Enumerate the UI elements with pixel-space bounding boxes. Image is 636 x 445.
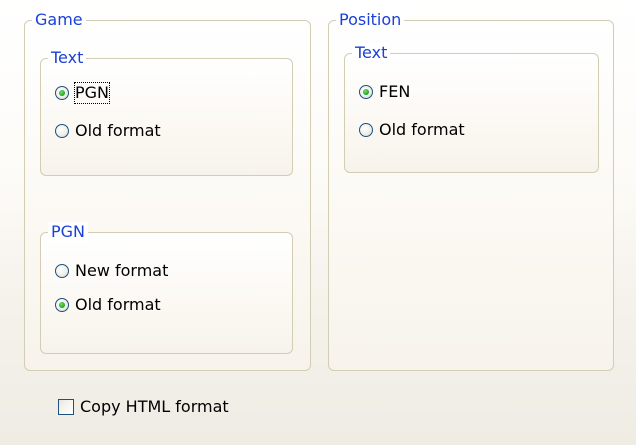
radio-button-icon bbox=[55, 86, 69, 100]
radio-new-format-label: New format bbox=[75, 261, 169, 280]
radio-button-icon bbox=[359, 85, 373, 99]
radio-game-text-old-format[interactable]: Old format bbox=[55, 120, 161, 142]
position-group-title: Position bbox=[336, 10, 405, 30]
radio-new-format[interactable]: New format bbox=[55, 260, 168, 282]
radio-button-icon bbox=[55, 264, 69, 278]
game-text-group-title: Text bbox=[48, 48, 87, 68]
radio-position-text-old-format-label: Old format bbox=[379, 120, 465, 139]
radio-position-text-old-format[interactable]: Old format bbox=[359, 119, 465, 141]
radio-game-text-old-format-label: Old format bbox=[75, 121, 161, 140]
radio-fen-label: FEN bbox=[379, 82, 411, 101]
game-group-title: Game bbox=[32, 10, 86, 30]
game-pgn-group-title: PGN bbox=[48, 222, 89, 242]
copy-html-format-checkbox[interactable]: Copy HTML format bbox=[58, 396, 229, 418]
radio-pgn-old-format[interactable]: Old format bbox=[55, 294, 161, 316]
position-groupbox: Position Text FEN Old format bbox=[328, 10, 614, 371]
radio-button-icon bbox=[55, 124, 69, 138]
checkbox-icon bbox=[58, 399, 74, 415]
radio-pgn-label: PGN bbox=[73, 82, 111, 104]
game-text-groupbox: Text PGN Old format bbox=[40, 48, 293, 176]
radio-fen[interactable]: FEN bbox=[359, 81, 410, 103]
radio-button-icon bbox=[55, 298, 69, 312]
copy-html-format-label: Copy HTML format bbox=[80, 397, 229, 416]
game-pgn-groupbox: PGN New format Old format bbox=[40, 222, 293, 354]
position-text-group-title: Text bbox=[352, 43, 391, 63]
position-text-groupbox: Text FEN Old format bbox=[344, 43, 599, 173]
radio-pgn[interactable]: PGN bbox=[55, 82, 111, 104]
radio-button-icon bbox=[359, 123, 373, 137]
game-groupbox: Game Text PGN Old format PGN New format … bbox=[24, 10, 311, 371]
radio-pgn-old-format-label: Old format bbox=[75, 295, 161, 314]
